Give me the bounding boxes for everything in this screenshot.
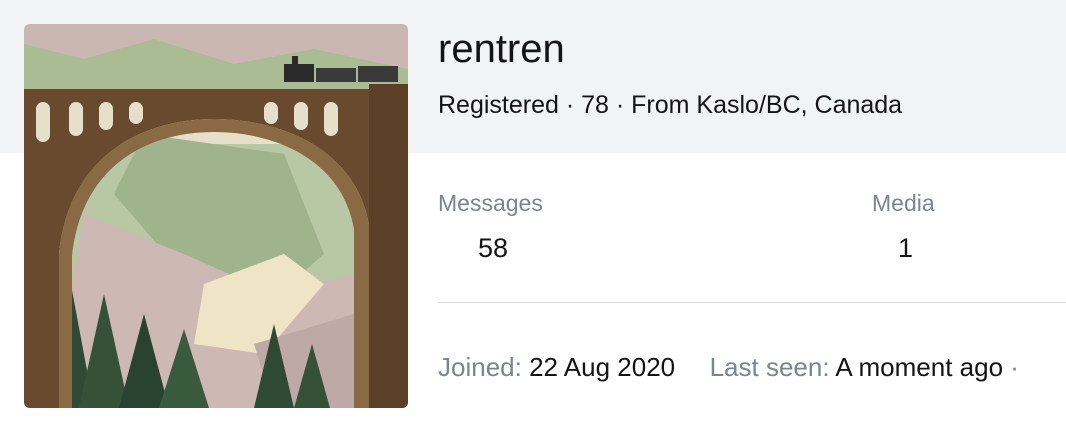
joined-label: Joined:	[438, 352, 522, 382]
profile-meta-row: Joined: 22 Aug 2020 Last seen: A moment …	[438, 350, 1019, 384]
avatar-image	[24, 24, 408, 408]
username[interactable]: rentren	[438, 26, 565, 72]
stats-divider	[438, 302, 1066, 303]
stat-value-media[interactable]: 1	[898, 230, 913, 266]
stat-label-media: Media	[872, 190, 935, 216]
stat-value-messages[interactable]: 58	[478, 230, 508, 266]
meta-separator: ·	[1010, 352, 1019, 382]
last-seen-value: A moment ago	[835, 352, 1004, 382]
last-seen-label: Last seen:	[709, 352, 830, 382]
stat-label-messages: Messages	[438, 190, 543, 216]
joined-value: 22 Aug 2020	[529, 352, 676, 382]
user-blurb: Registered · 78 · From Kaslo/BC, Canada	[438, 91, 903, 119]
user-avatar[interactable]	[24, 24, 408, 408]
